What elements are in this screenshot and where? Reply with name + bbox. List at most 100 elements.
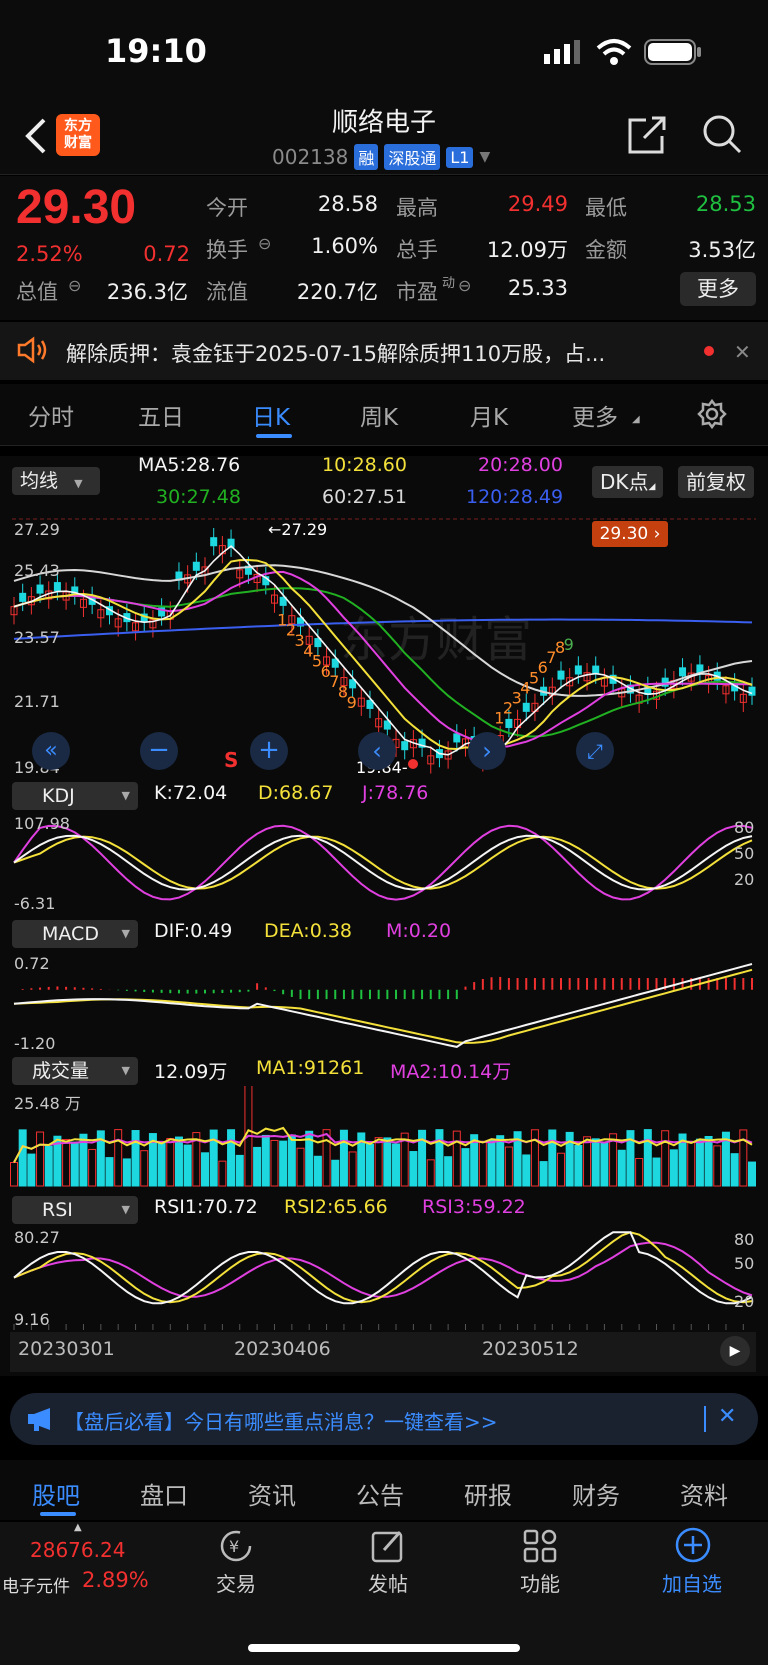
volume-bar bbox=[522, 1154, 531, 1187]
dock-add-watchlist[interactable]: 加自选 bbox=[637, 1568, 747, 1597]
dock-functions[interactable]: 功能 bbox=[485, 1568, 595, 1597]
rsi-y-top: 80.27 bbox=[14, 1228, 60, 1247]
close-icon[interactable]: ✕ bbox=[718, 1404, 736, 1429]
caret-down-icon: ▼ bbox=[121, 1064, 130, 1077]
volume-selector[interactable]: 成交量 ▼ bbox=[12, 1057, 138, 1085]
zoom-in-button[interactable]: + bbox=[250, 732, 288, 770]
apps-icon[interactable] bbox=[522, 1528, 558, 1564]
volume-bar bbox=[157, 1142, 166, 1187]
triangle-icon: ◢ bbox=[632, 414, 640, 425]
volume-bar bbox=[296, 1147, 305, 1187]
share-icon[interactable] bbox=[626, 114, 668, 156]
kdj-selector[interactable]: KDJ ▼ bbox=[12, 782, 138, 810]
ma-selector[interactable]: 均线 ▼ bbox=[12, 467, 100, 495]
post-icon[interactable] bbox=[370, 1528, 406, 1564]
volume-bar bbox=[548, 1129, 557, 1187]
volume-bar bbox=[583, 1136, 592, 1187]
volume-bar bbox=[18, 1129, 27, 1187]
dock-post[interactable]: 发帖 bbox=[333, 1568, 443, 1597]
settings-icon[interactable] bbox=[696, 398, 728, 430]
amount-value: 3.53亿 bbox=[688, 238, 756, 262]
volume-bar bbox=[339, 1129, 348, 1187]
info-icon[interactable]: ⊖ bbox=[458, 276, 471, 295]
rsi-selector-label: RSI bbox=[42, 1199, 73, 1221]
svg-text:¥: ¥ bbox=[229, 1537, 239, 1556]
dock-collapse-icon[interactable]: ▲ bbox=[74, 1522, 82, 1533]
kdj-y-bottom: -6.31 bbox=[14, 894, 56, 913]
index-value[interactable]: 28676.24 bbox=[30, 1538, 125, 1562]
tab-profile[interactable]: 资料 bbox=[680, 1476, 728, 1511]
tab-monthly-k[interactable]: 月K bbox=[470, 398, 508, 432]
macd-chart[interactable] bbox=[0, 950, 768, 1054]
tab-more[interactable]: 更多 bbox=[572, 398, 618, 432]
tab-research[interactable]: 研报 bbox=[464, 1476, 512, 1511]
date-label-1: 20230301 bbox=[18, 1338, 115, 1360]
index-percent: 2.89% bbox=[82, 1568, 149, 1592]
kline-y-top: 27.29 bbox=[14, 520, 60, 539]
volume-bar bbox=[261, 1134, 270, 1187]
volume-bar bbox=[713, 1145, 722, 1187]
candle-body bbox=[574, 665, 582, 675]
volume-bar bbox=[10, 1162, 18, 1187]
volume-bar bbox=[704, 1135, 713, 1187]
tab-financials[interactable]: 财务 bbox=[572, 1476, 620, 1511]
kdj-y-top: 107.98 bbox=[14, 814, 70, 833]
stock-code: 002138 bbox=[272, 145, 349, 169]
volume-bar bbox=[444, 1156, 453, 1187]
promo-text: 【盘后必看】今日有哪些重点消息？一键查看>> bbox=[64, 1410, 498, 1434]
scroll-left-button[interactable]: « bbox=[32, 732, 70, 770]
volume-bar bbox=[435, 1129, 444, 1187]
play-button[interactable]: ▶ bbox=[720, 1336, 750, 1366]
tab-intraday[interactable]: 分时 bbox=[28, 398, 74, 432]
index-name: 电子元件 bbox=[2, 1577, 70, 1597]
volume-bar bbox=[218, 1160, 227, 1187]
rsi-selector[interactable]: RSI ▼ bbox=[12, 1196, 138, 1224]
add-icon[interactable] bbox=[674, 1526, 712, 1564]
dk-point-button[interactable]: DK点◢ bbox=[592, 466, 664, 498]
tab-daily-k[interactable]: 日K bbox=[252, 398, 290, 432]
volume-bar bbox=[374, 1137, 383, 1187]
next-button[interactable]: › bbox=[468, 732, 506, 770]
caret-down-icon: ▼ bbox=[479, 149, 491, 165]
dock-trade[interactable]: 交易 bbox=[181, 1568, 291, 1597]
fullscreen-button[interactable]: ⤢ bbox=[576, 732, 614, 770]
zoom-out-button[interactable]: − bbox=[140, 732, 178, 770]
volume-bar bbox=[122, 1158, 131, 1187]
unread-dot bbox=[704, 346, 714, 356]
search-icon[interactable] bbox=[700, 112, 744, 156]
info-icon[interactable]: ⊖ bbox=[258, 234, 271, 253]
current-price-tag[interactable]: 29.30 › bbox=[592, 521, 668, 547]
volume-bar bbox=[635, 1157, 644, 1187]
kdj-k: K:72.04 bbox=[154, 782, 228, 804]
kdj-chart[interactable] bbox=[0, 812, 768, 912]
max-price-value: 27.29 bbox=[281, 520, 328, 539]
stock-code-row[interactable]: 002138 融 深股通 L1 ▼ bbox=[272, 144, 490, 170]
volume-bar bbox=[331, 1159, 340, 1187]
cellular-icon bbox=[544, 40, 584, 64]
tab-forum[interactable]: 股吧 bbox=[32, 1476, 80, 1511]
volume-bar bbox=[62, 1138, 71, 1187]
candle-body bbox=[679, 667, 687, 677]
tab-weekly-k[interactable]: 周K bbox=[360, 398, 398, 432]
macd-selector[interactable]: MACD ▼ bbox=[12, 920, 138, 948]
tab-announcements[interactable]: 公告 bbox=[356, 1476, 404, 1511]
volume-chart[interactable] bbox=[0, 1086, 768, 1190]
volume-bar bbox=[452, 1130, 461, 1187]
tab-orderbook[interactable]: 盘口 bbox=[140, 1476, 188, 1511]
kdj-r80: 80 bbox=[734, 818, 755, 837]
volume-ma2: MA2:10.14万 bbox=[390, 1061, 512, 1083]
close-icon[interactable]: ✕ bbox=[734, 340, 751, 364]
trade-icon[interactable]: ¥ bbox=[216, 1528, 256, 1564]
adjust-button[interactable]: 前复权 bbox=[678, 466, 754, 498]
prev-button[interactable]: ‹ bbox=[358, 732, 396, 770]
active-tab-indicator bbox=[40, 1512, 76, 1516]
dk-buy-number: 9 bbox=[564, 635, 574, 654]
tab-news[interactable]: 资讯 bbox=[248, 1476, 296, 1511]
tab-five-day[interactable]: 五日 bbox=[138, 398, 184, 432]
info-icon[interactable]: ⊖ bbox=[68, 276, 81, 295]
volume-bar bbox=[591, 1138, 600, 1187]
volume-bar bbox=[730, 1153, 739, 1187]
rsi-chart[interactable] bbox=[0, 1226, 768, 1330]
pe-superscript: 动 bbox=[442, 276, 456, 291]
more-button[interactable]: 更多 bbox=[680, 272, 756, 306]
